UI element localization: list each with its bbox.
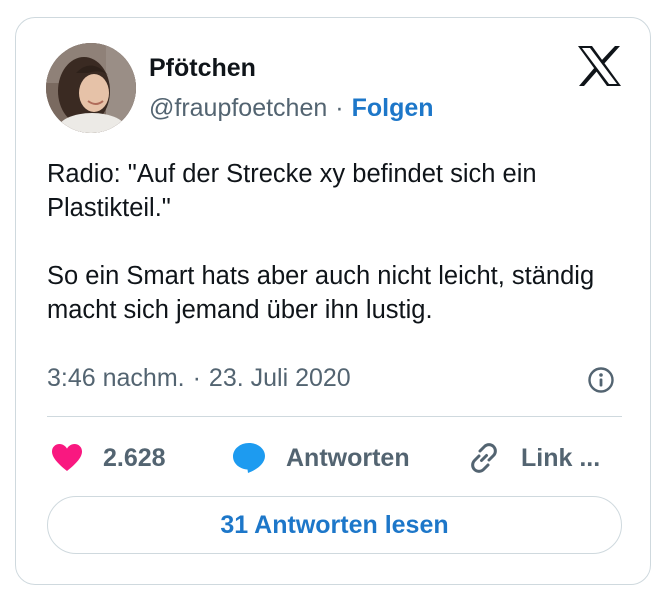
speech-bubble-icon bbox=[232, 442, 266, 474]
link-icon bbox=[467, 441, 501, 475]
info-icon[interactable] bbox=[587, 366, 615, 394]
author-handle[interactable]: @fraupfoetchen bbox=[149, 94, 327, 122]
tweet-card: Pfötchen @fraupfoetchen · Folgen Radio: "A… bbox=[15, 17, 651, 585]
tweet-text: Radio: "Auf der Strecke xy befindet sich… bbox=[47, 157, 627, 327]
divider bbox=[47, 416, 622, 417]
reply-label: Antworten bbox=[286, 443, 410, 472]
like-count: 2.628 bbox=[103, 443, 166, 472]
tweet-timestamp[interactable]: 3:46 nachm. · 23. Juli 2020 bbox=[47, 362, 351, 394]
avatar-image bbox=[46, 43, 136, 133]
timestamp-separator: · bbox=[192, 364, 201, 392]
author-name[interactable]: Pfötchen bbox=[149, 52, 256, 84]
reply-button[interactable]: Antworten bbox=[232, 438, 410, 478]
tweet-time: 3:46 nachm. bbox=[47, 364, 185, 392]
link-label: Link ... bbox=[521, 443, 601, 472]
handle-separator: · bbox=[335, 94, 344, 122]
tweet-date: 23. Juli 2020 bbox=[208, 364, 351, 392]
read-replies-button[interactable]: 31 Antworten lesen bbox=[47, 496, 622, 554]
like-button[interactable]: 2.628 bbox=[51, 438, 166, 478]
tweet-paragraph: So ein Smart hats aber auch nicht leicht… bbox=[47, 262, 595, 324]
author-handle-row: @fraupfoetchen · Folgen bbox=[149, 92, 434, 124]
x-logo-icon[interactable] bbox=[577, 45, 622, 87]
copy-link-button[interactable]: Link ... bbox=[467, 438, 600, 478]
avatar[interactable] bbox=[46, 43, 136, 133]
heart-icon bbox=[51, 443, 83, 473]
tweet-paragraph: Radio: "Auf der Strecke xy befindet sich… bbox=[47, 160, 537, 222]
follow-button[interactable]: Folgen bbox=[352, 94, 434, 122]
